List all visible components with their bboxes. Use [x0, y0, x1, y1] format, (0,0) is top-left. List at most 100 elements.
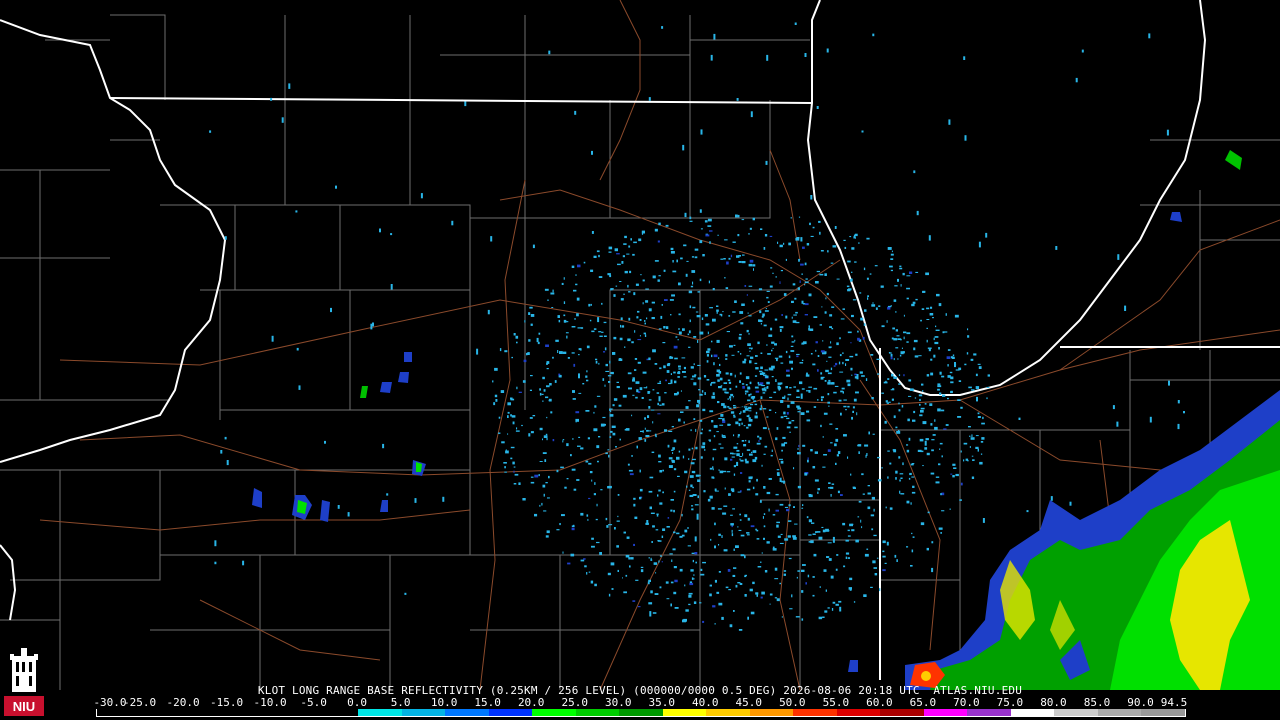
- clutter-pixel: [924, 440, 927, 446]
- clutter-pixel: [608, 454, 610, 458]
- clutter-pixel: [827, 381, 831, 385]
- clutter-pixel: [511, 415, 516, 418]
- clutter-pixel: [747, 423, 752, 427]
- clutter-pixel: [824, 610, 828, 613]
- clutter-pixel: [940, 532, 942, 534]
- clutter-pixel: [877, 479, 882, 482]
- clutter-pixel: [673, 509, 675, 513]
- clutter-pixel: [732, 453, 736, 455]
- clutter-pixel: [731, 529, 733, 533]
- clutter-pixel: [639, 387, 643, 391]
- clutter-pixel: [693, 601, 697, 604]
- clutter-pixel: [830, 442, 833, 444]
- clutter-pixel: [593, 411, 595, 414]
- clutter-pixel: [968, 426, 971, 428]
- clutter-pixel: [668, 430, 673, 432]
- clutter-pixel: [915, 298, 918, 301]
- clutter-pixel: [490, 236, 493, 242]
- clutter-pixel: [744, 285, 747, 287]
- clutter-pixel: [577, 445, 581, 447]
- clutter-pixel: [587, 518, 589, 521]
- clutter-pixel: [928, 235, 931, 241]
- scale-label: 94.5: [1160, 696, 1188, 709]
- clutter-pixel: [574, 318, 576, 320]
- clutter-pixel: [580, 512, 584, 516]
- scale-label: 45.0: [735, 696, 763, 709]
- clutter-pixel: [837, 490, 840, 494]
- clutter-pixel: [800, 237, 803, 242]
- clutter-pixel: [919, 414, 923, 417]
- clutter-pixel: [701, 428, 703, 431]
- clutter-pixel: [890, 269, 893, 272]
- clutter-pixel: [742, 410, 746, 413]
- clutter-pixel: [969, 446, 971, 448]
- clutter-pixel: [607, 449, 610, 451]
- clutter-pixel: [733, 446, 738, 449]
- clutter-pixel: [891, 373, 894, 377]
- clutter-pixel: [591, 231, 594, 234]
- clutter-pixel: [404, 592, 407, 595]
- clutter-pixel: [337, 505, 340, 509]
- clutter-pixel: [781, 616, 783, 618]
- clutter-pixel: [918, 394, 923, 397]
- clutter-pixel: [657, 279, 660, 282]
- clutter-pixel: [548, 398, 552, 402]
- clutter-pixel: [826, 360, 828, 362]
- clutter-pixel: [611, 425, 616, 428]
- clutter-pixel: [910, 565, 913, 567]
- clutter-pixel: [642, 302, 644, 305]
- clutter-pixel: [800, 412, 805, 415]
- clutter-pixel: [741, 303, 745, 306]
- clutter-pixel: [1081, 49, 1084, 53]
- clutter-pixel: [746, 294, 748, 296]
- clutter-pixel: [859, 371, 863, 374]
- clutter-pixel: [808, 534, 812, 536]
- clutter-pixel: [1149, 416, 1152, 423]
- clutter-pixel: [678, 418, 681, 422]
- clutter-pixel: [615, 285, 618, 287]
- clutter-pixel: [714, 579, 717, 583]
- clutter-pixel: [608, 593, 611, 597]
- clutter-pixel: [676, 259, 678, 263]
- clutter-pixel: [929, 403, 933, 406]
- clutter-pixel: [762, 408, 767, 410]
- clutter-pixel: [764, 234, 768, 237]
- clutter-pixel: [839, 371, 844, 373]
- clutter-pixel: [1112, 405, 1115, 410]
- clutter-pixel: [601, 302, 603, 305]
- clutter-pixel: [867, 295, 869, 297]
- clutter-pixel: [678, 368, 681, 370]
- clutter-pixel: [788, 504, 791, 507]
- clutter-pixel: [662, 491, 664, 494]
- clutter-pixel: [850, 367, 853, 371]
- clutter-pixel: [621, 261, 624, 264]
- clutter-pixel: [657, 240, 660, 243]
- clutter-pixel: [820, 376, 825, 378]
- clutter-pixel: [632, 600, 636, 602]
- clutter-pixel: [752, 486, 755, 490]
- clutter-pixel: [792, 537, 797, 540]
- clutter-pixel: [688, 489, 691, 491]
- clutter-pixel: [926, 319, 930, 320]
- clutter-pixel: [737, 526, 739, 528]
- clutter-pixel: [777, 382, 782, 385]
- clutter-pixel: [838, 399, 842, 402]
- clutter-pixel: [610, 562, 615, 566]
- clutter-pixel: [623, 591, 627, 594]
- clutter-pixel: [562, 551, 564, 554]
- clutter-pixel: [700, 573, 705, 576]
- clutter-pixel: [791, 335, 794, 338]
- scale-labels: -30.0 -25.0 -20.0 -15.0 -10.0 -5.0 0.0 5.0 10.0 1…: [0, 697, 1280, 709]
- clutter-pixel: [653, 562, 658, 565]
- clutter-pixel: [612, 352, 616, 355]
- clutter-pixel: [891, 250, 893, 253]
- clutter-pixel: [505, 450, 509, 454]
- clutter-pixel: [807, 459, 809, 463]
- clutter-pixel: [781, 449, 783, 452]
- clutter-pixel: [801, 342, 805, 344]
- clutter-pixel: [727, 406, 730, 408]
- clutter-pixel: [733, 416, 736, 418]
- clutter-pixel: [771, 449, 773, 452]
- clutter-pixel: [964, 135, 967, 141]
- clutter-pixel: [918, 355, 922, 357]
